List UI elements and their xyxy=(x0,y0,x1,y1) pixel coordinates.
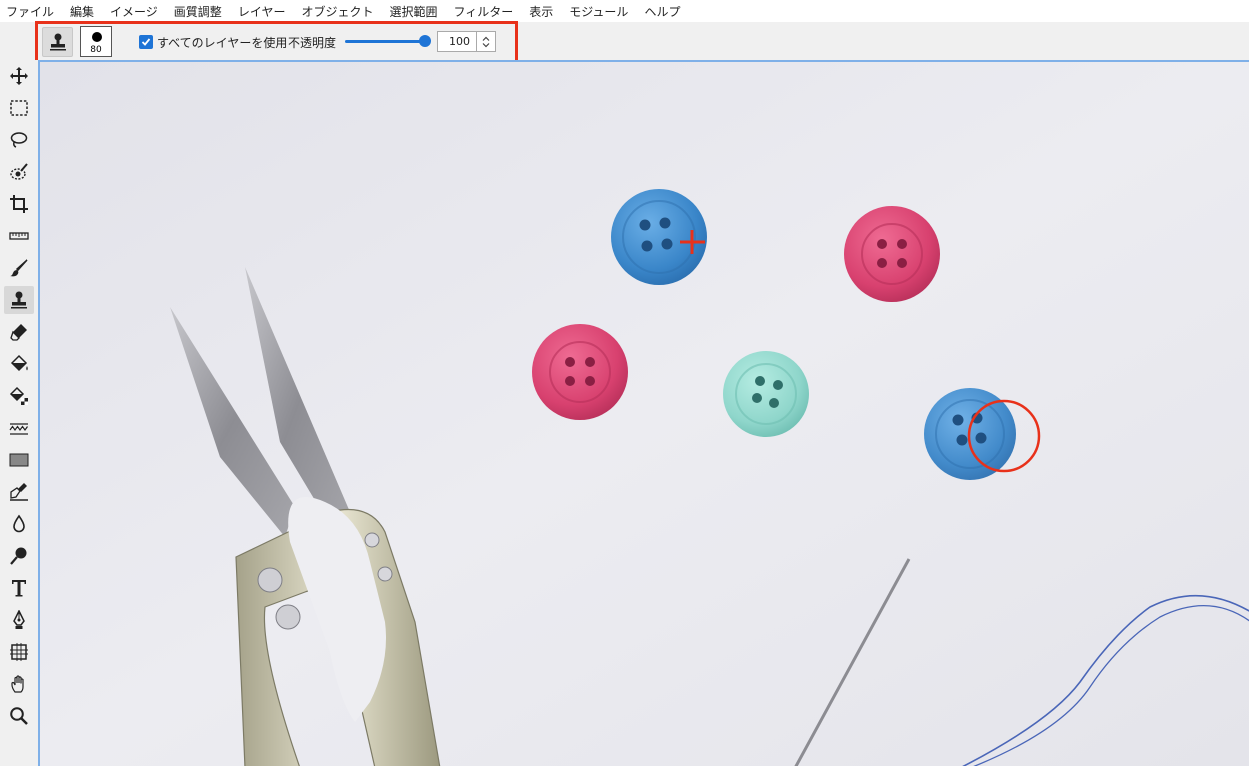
move-icon xyxy=(10,67,28,85)
current-tool-clone-stamp[interactable] xyxy=(42,27,73,57)
paint-bucket-icon xyxy=(10,354,28,372)
tool-wave[interactable] xyxy=(4,414,34,442)
tool-rectangle[interactable] xyxy=(4,446,34,474)
tool-pen[interactable] xyxy=(4,606,34,634)
tool-dodge[interactable] xyxy=(4,542,34,570)
menu-bar: ファイル 編集 イメージ 画質調整 レイヤー オブジェクト 選択範囲 フィルター… xyxy=(0,0,1249,22)
button-teal xyxy=(723,351,809,437)
eraser-icon xyxy=(10,324,27,341)
dodge-icon xyxy=(10,547,27,565)
brush-tip-icon xyxy=(92,32,102,42)
tool-paint-bucket[interactable] xyxy=(4,350,34,378)
pen-tool-icon xyxy=(13,610,25,629)
canvas-area[interactable] xyxy=(38,60,1249,766)
photo-canvas[interactable] xyxy=(40,62,1249,766)
marquee-icon xyxy=(10,100,28,116)
spinner-updown-icon xyxy=(482,36,490,47)
quick-select-icon xyxy=(10,163,28,180)
clone-stamp-icon xyxy=(11,291,27,309)
menu-filter[interactable]: フィルター xyxy=(445,3,521,20)
brush-preset-picker[interactable]: 80 xyxy=(80,26,112,57)
menu-view[interactable]: 表示 xyxy=(521,3,561,20)
pen-edit-icon xyxy=(10,483,28,501)
opacity-input[interactable]: 100 xyxy=(437,31,477,52)
use-all-layers-checkbox[interactable] xyxy=(139,35,153,49)
gradient-fill-icon xyxy=(9,386,28,405)
brush-size-value: 80 xyxy=(90,45,102,55)
tool-lasso[interactable] xyxy=(4,126,34,154)
crop-icon xyxy=(10,195,28,213)
tool-eraser[interactable] xyxy=(4,318,34,346)
text-icon xyxy=(12,580,26,597)
menu-layer[interactable]: レイヤー xyxy=(230,3,294,20)
tool-zoom[interactable] xyxy=(4,702,34,730)
tool-brush[interactable] xyxy=(4,254,34,282)
checkmark-icon xyxy=(141,38,151,46)
tool-crop[interactable] xyxy=(4,190,34,218)
menu-object[interactable]: オブジェクト xyxy=(293,3,381,20)
button-pink-top xyxy=(844,206,940,302)
tool-hand[interactable] xyxy=(4,670,34,698)
hand-icon xyxy=(11,675,24,693)
tool-clone-stamp[interactable] xyxy=(4,286,34,314)
tool-quick-select[interactable] xyxy=(4,158,34,186)
button-pink-left xyxy=(532,324,628,420)
transform-icon xyxy=(10,643,28,661)
tool-ruler[interactable] xyxy=(4,222,34,250)
menu-module[interactable]: モジュール xyxy=(561,3,636,20)
tool-gradient-fill[interactable] xyxy=(4,382,34,410)
tool-move[interactable] xyxy=(4,62,34,90)
menu-adjust[interactable]: 画質調整 xyxy=(166,3,230,20)
lasso-icon xyxy=(10,132,28,148)
tool-text[interactable] xyxy=(4,574,34,602)
opacity-spinner[interactable] xyxy=(477,31,496,52)
menu-image[interactable]: イメージ xyxy=(102,3,166,20)
menu-file[interactable]: ファイル xyxy=(0,3,62,20)
toolbox xyxy=(0,60,38,766)
tool-transform[interactable] xyxy=(4,638,34,666)
clone-stamp-icon xyxy=(49,33,66,51)
blur-drop-icon xyxy=(13,514,25,533)
menu-edit[interactable]: 編集 xyxy=(62,3,102,20)
brush-icon xyxy=(10,259,28,277)
opacity-slider-thumb[interactable] xyxy=(419,35,431,47)
use-all-layers-label[interactable]: すべてのレイヤーを使用 xyxy=(157,34,287,51)
tool-blur[interactable] xyxy=(4,510,34,538)
menu-select[interactable]: 選択範囲 xyxy=(381,3,445,20)
ruler-icon xyxy=(9,232,29,240)
menu-help[interactable]: ヘルプ xyxy=(636,3,688,20)
opacity-slider-track[interactable] xyxy=(345,40,426,43)
rectangle-icon xyxy=(9,453,29,467)
opacity-label: 不透明度 xyxy=(288,36,337,50)
zoom-icon xyxy=(10,707,28,725)
tool-marquee[interactable] xyxy=(4,94,34,122)
tool-pen-edit[interactable] xyxy=(4,478,34,506)
wave-icon xyxy=(9,423,28,435)
